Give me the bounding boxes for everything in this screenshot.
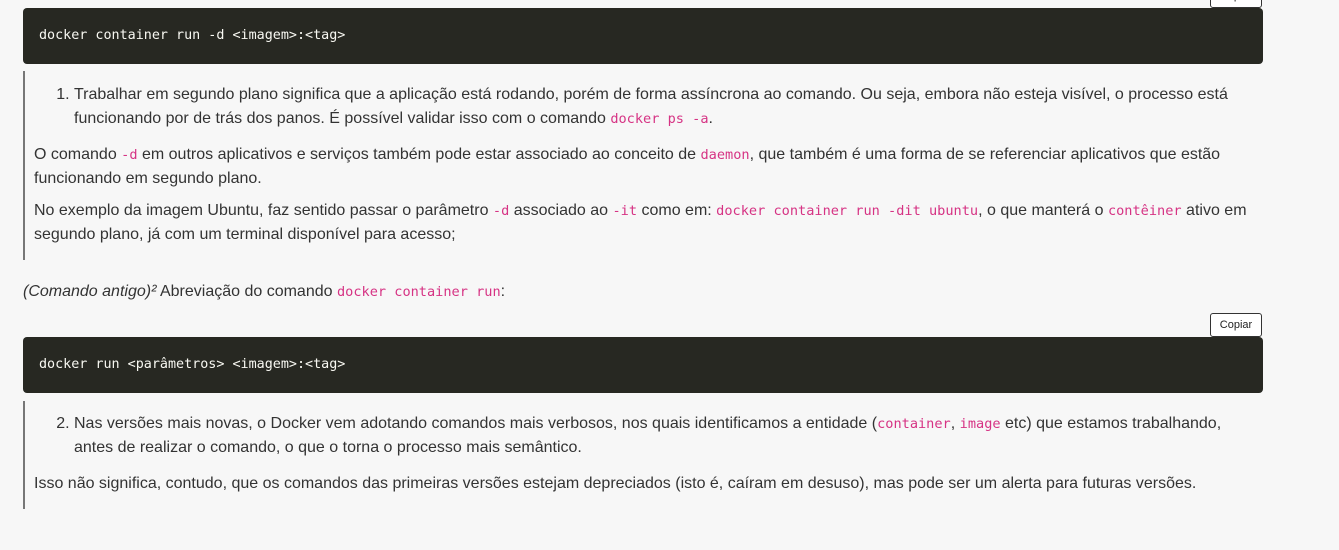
- blockquote: Trabalhar em segundo plano significa que…: [23, 71, 1263, 260]
- inline-code: image: [959, 416, 1001, 432]
- inline-code: -it: [612, 203, 638, 219]
- text: No exemplo da imagem Ubuntu, faz sentido…: [34, 202, 493, 219]
- copy-button[interactable]: Copiar: [1210, 313, 1262, 337]
- paragraph: Isso não significa, contudo, que os coma…: [34, 475, 1197, 492]
- code-block: docker run <parâmetros> <imagem>:<tag>: [23, 337, 1263, 393]
- inline-code: docker container run: [336, 284, 501, 300]
- text: como em:: [637, 202, 717, 219]
- copy-button[interactable]: Copiar: [1210, 0, 1262, 8]
- text: associado ao: [509, 202, 613, 219]
- code-text: docker container run -d <imagem>:<tag>: [39, 28, 346, 43]
- paragraph: No exemplo da imagem Ubuntu, faz sentido…: [34, 199, 1263, 247]
- inline-code: docker ps -a: [610, 111, 709, 127]
- code-block: docker container run -d <imagem>:<tag>: [23, 8, 1263, 64]
- blockquote: Nas versões mais novas, o Docker vem ado…: [23, 401, 1263, 509]
- paragraph: O comando -d em outros aplicativos e ser…: [34, 143, 1263, 191]
- emphasis: (Comando antigo)²: [23, 283, 157, 300]
- list-item: Nas versões mais novas, o Docker vem ado…: [74, 412, 1263, 460]
- inline-code: daemon: [700, 147, 750, 163]
- list-item-text: .: [708, 110, 713, 127]
- ordered-list: Nas versões mais novas, o Docker vem ado…: [34, 412, 1263, 460]
- text: Abreviação do comando: [156, 283, 337, 300]
- code-text: docker run <parâmetros> <imagem>:<tag>: [39, 357, 346, 372]
- text: :: [500, 283, 506, 300]
- paragraph: (Comando antigo)² Abreviação do comando …: [23, 280, 505, 304]
- inline-code: container: [877, 416, 951, 432]
- inline-code: -d: [121, 147, 138, 163]
- text: , o que manterá o: [978, 202, 1108, 219]
- inline-code: contêiner: [1107, 203, 1182, 219]
- inline-code: -d: [492, 203, 510, 219]
- text: O comando: [34, 146, 122, 163]
- text: ,: [950, 415, 960, 432]
- list-item: Trabalhar em segundo plano significa que…: [74, 83, 1263, 131]
- text: em outros aplicativos e serviços também …: [137, 146, 701, 163]
- ordered-list: Trabalhar em segundo plano significa que…: [34, 83, 1263, 131]
- inline-code: docker container run -dit ubuntu: [716, 203, 979, 219]
- list-item-text: Nas versões mais novas, o Docker vem ado…: [74, 415, 878, 432]
